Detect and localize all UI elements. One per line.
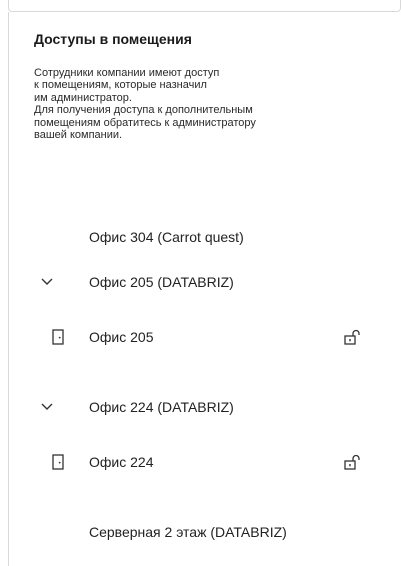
room-access-header: Доступы в помещения Сотрудники компании …: [34, 30, 394, 141]
unlock-icon[interactable]: [342, 452, 362, 472]
room-group-label: Офис 205 (DATABRIZ): [89, 274, 234, 290]
chevron-down-icon[interactable]: [40, 275, 54, 289]
unlock-icon[interactable]: [342, 327, 362, 347]
chevron-down-icon[interactable]: [40, 400, 54, 414]
room-entry-label: Офис 205: [89, 329, 154, 345]
room-group-label: Офис 224 (DATABRIZ): [89, 399, 234, 415]
room-entry-label: Офис 224: [89, 454, 154, 470]
section-description: Сотрудники компании имеют доступ к помещ…: [34, 67, 256, 142]
room-item-server-floor-2[interactable]: Серверная 2 этаж (DATABRIZ): [0, 517, 401, 547]
door-icon: [50, 328, 66, 346]
section-title: Доступы в помещения: [34, 31, 192, 47]
room-item-label: Серверная 2 этаж (DATABRIZ): [89, 524, 287, 540]
room-access-screen: Доступы в помещения Сотрудники компании …: [0, 0, 401, 566]
door-icon: [50, 453, 66, 471]
top-card-edge: [8, 0, 401, 12]
room-entry-office-205[interactable]: Офис 205: [0, 322, 401, 352]
room-entry-office-224[interactable]: Офис 224: [0, 447, 401, 477]
room-item-label: Офис 304 (Carrot quest): [89, 229, 244, 245]
room-item-office-304[interactable]: Офис 304 (Carrot quest): [0, 222, 401, 252]
room-group-office-205[interactable]: Офис 205 (DATABRIZ): [0, 267, 401, 297]
room-group-office-224[interactable]: Офис 224 (DATABRIZ): [0, 392, 401, 422]
